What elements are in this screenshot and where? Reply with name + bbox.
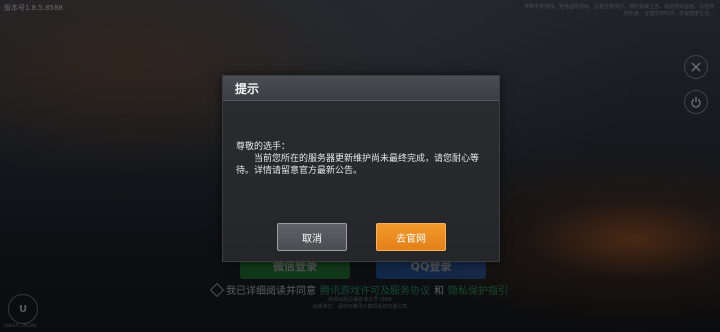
cancel-button[interactable]: 取消: [277, 223, 347, 251]
notice-dialog: 提示 尊敬的选手： 当前您所在的服务器更新维护尚未最终完成，请您耐心等待。详情请…: [222, 75, 500, 262]
official-site-button[interactable]: 去官网: [376, 223, 446, 251]
dialog-header: 提示: [223, 76, 499, 101]
dialog-message: 尊敬的选手： 当前您所在的服务器更新维护尚未最终完成，请您耐心等待。详情请留意官…: [236, 141, 488, 177]
dialog-text: 当前您所在的服务器更新维护尚未最终完成，请您耐心等待。详情请留意官方最新公告。: [236, 154, 480, 176]
dialog-greeting: 尊敬的选手：: [236, 142, 291, 152]
dialog-title: 提示: [235, 81, 260, 96]
